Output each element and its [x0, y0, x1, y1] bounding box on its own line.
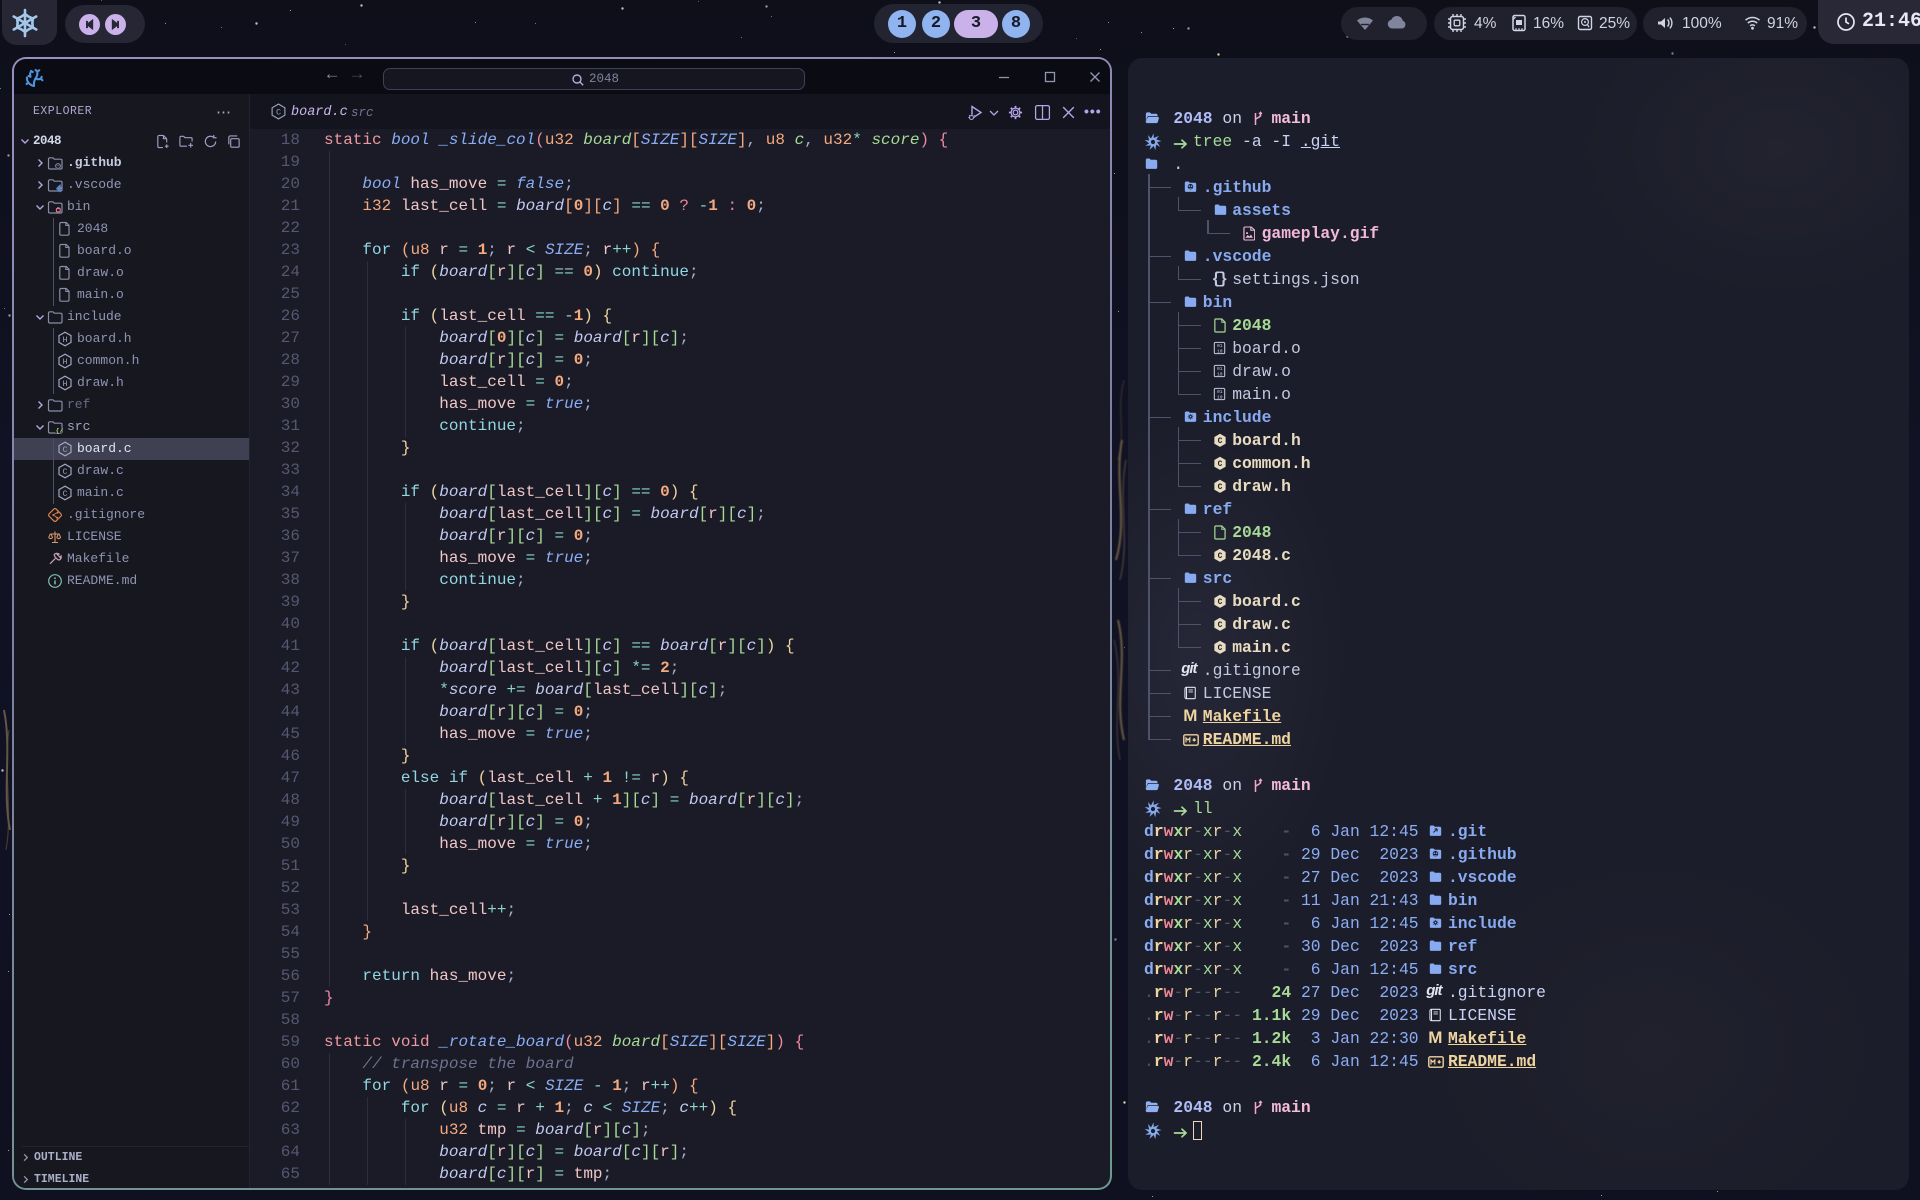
svg-text:C: C	[1217, 482, 1222, 491]
svg-text:10: 10	[1217, 348, 1223, 354]
svg-text:C: C	[63, 468, 68, 477]
svg-text:01: 01	[1217, 389, 1223, 395]
svg-text:C: C	[63, 446, 68, 455]
svg-text:C: C	[1217, 643, 1222, 652]
svg-text:C: C	[1217, 620, 1222, 629]
svg-text:01: 01	[1217, 343, 1223, 349]
svg-text:C: C	[1217, 459, 1222, 468]
svg-text:C: C	[1217, 597, 1222, 606]
svg-text:C: C	[1217, 436, 1222, 445]
svg-text:01: 01	[1217, 366, 1223, 372]
svg-text:H: H	[63, 358, 68, 367]
svg-text:H: H	[63, 336, 68, 345]
svg-text:10: 10	[1217, 394, 1223, 400]
svg-text:C: C	[63, 490, 68, 499]
svg-text:H: H	[63, 380, 68, 389]
svg-text:C: C	[1217, 551, 1222, 560]
svg-text:{/}: {/}	[56, 427, 63, 434]
svg-text:10: 10	[1217, 371, 1223, 377]
svg-text:C: C	[276, 108, 281, 118]
